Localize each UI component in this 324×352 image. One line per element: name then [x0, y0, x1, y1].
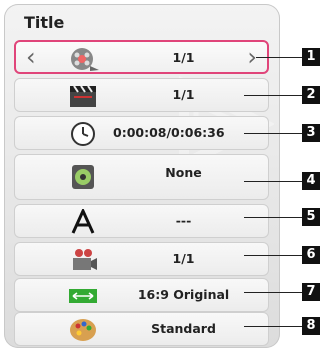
- speaker-icon: [72, 165, 94, 189]
- callout-leader-2: [244, 95, 302, 96]
- callout-number-5: 5: [302, 208, 320, 226]
- clapperboard-icon: [70, 85, 96, 107]
- row-subtitle[interactable]: ---: [14, 204, 269, 238]
- callout-number-2: 2: [302, 86, 320, 104]
- row-value: ---: [175, 213, 192, 228]
- row-value: 16:9 Original: [137, 287, 230, 302]
- row-audio[interactable]: None: [14, 154, 269, 200]
- row-picture-mode[interactable]: Standard: [14, 312, 269, 346]
- row-value: 1/1: [172, 251, 195, 266]
- picture-mode-palette-icon: [70, 319, 96, 341]
- callout-number-8: 8: [302, 317, 320, 335]
- row-aspect-ratio[interactable]: 16:9 Original: [14, 278, 269, 312]
- callout-leader-1: [256, 57, 302, 58]
- callout-leader-3: [244, 133, 302, 134]
- callout-leader-4: [244, 181, 302, 182]
- row-chapter[interactable]: 1/1: [14, 78, 269, 112]
- row-value: 1/1: [172, 50, 195, 65]
- row-value: 1/1: [172, 87, 195, 102]
- subtitle-letter-a-icon: [71, 209, 95, 234]
- callout-number-7: 7: [302, 283, 320, 301]
- row-title-number[interactable]: ‹ 1/1 ›: [14, 40, 269, 74]
- callout-leader-7: [244, 292, 302, 293]
- callout-number-4: 4: [302, 172, 320, 190]
- camera-angle-icon: [73, 249, 97, 270]
- previous-arrow-icon[interactable]: ‹: [26, 45, 36, 69]
- row-angle[interactable]: 1/1: [14, 242, 269, 276]
- callout-leader-6: [244, 255, 302, 256]
- row-time[interactable]: 0:00:08/0:06:36: [14, 116, 269, 150]
- film-reel-icon: [71, 48, 99, 71]
- aspect-ratio-icon: [69, 289, 97, 303]
- callout-leader-8: [244, 326, 302, 327]
- callout-number-3: 3: [302, 124, 320, 142]
- menu-title: Title: [24, 13, 65, 32]
- row-value: 0:00:08/0:06:36: [113, 125, 225, 140]
- row-value: Standard: [151, 321, 216, 336]
- clock-icon: [71, 122, 95, 146]
- info-menu-panel: Title ‹ 1/1 › 1/1 0:00:08/0:06:36 None -…: [4, 4, 280, 348]
- callout-leader-5: [244, 217, 302, 218]
- row-value: None: [165, 165, 202, 180]
- callout-number-1: 1: [302, 48, 320, 66]
- callout-number-6: 6: [302, 246, 320, 264]
